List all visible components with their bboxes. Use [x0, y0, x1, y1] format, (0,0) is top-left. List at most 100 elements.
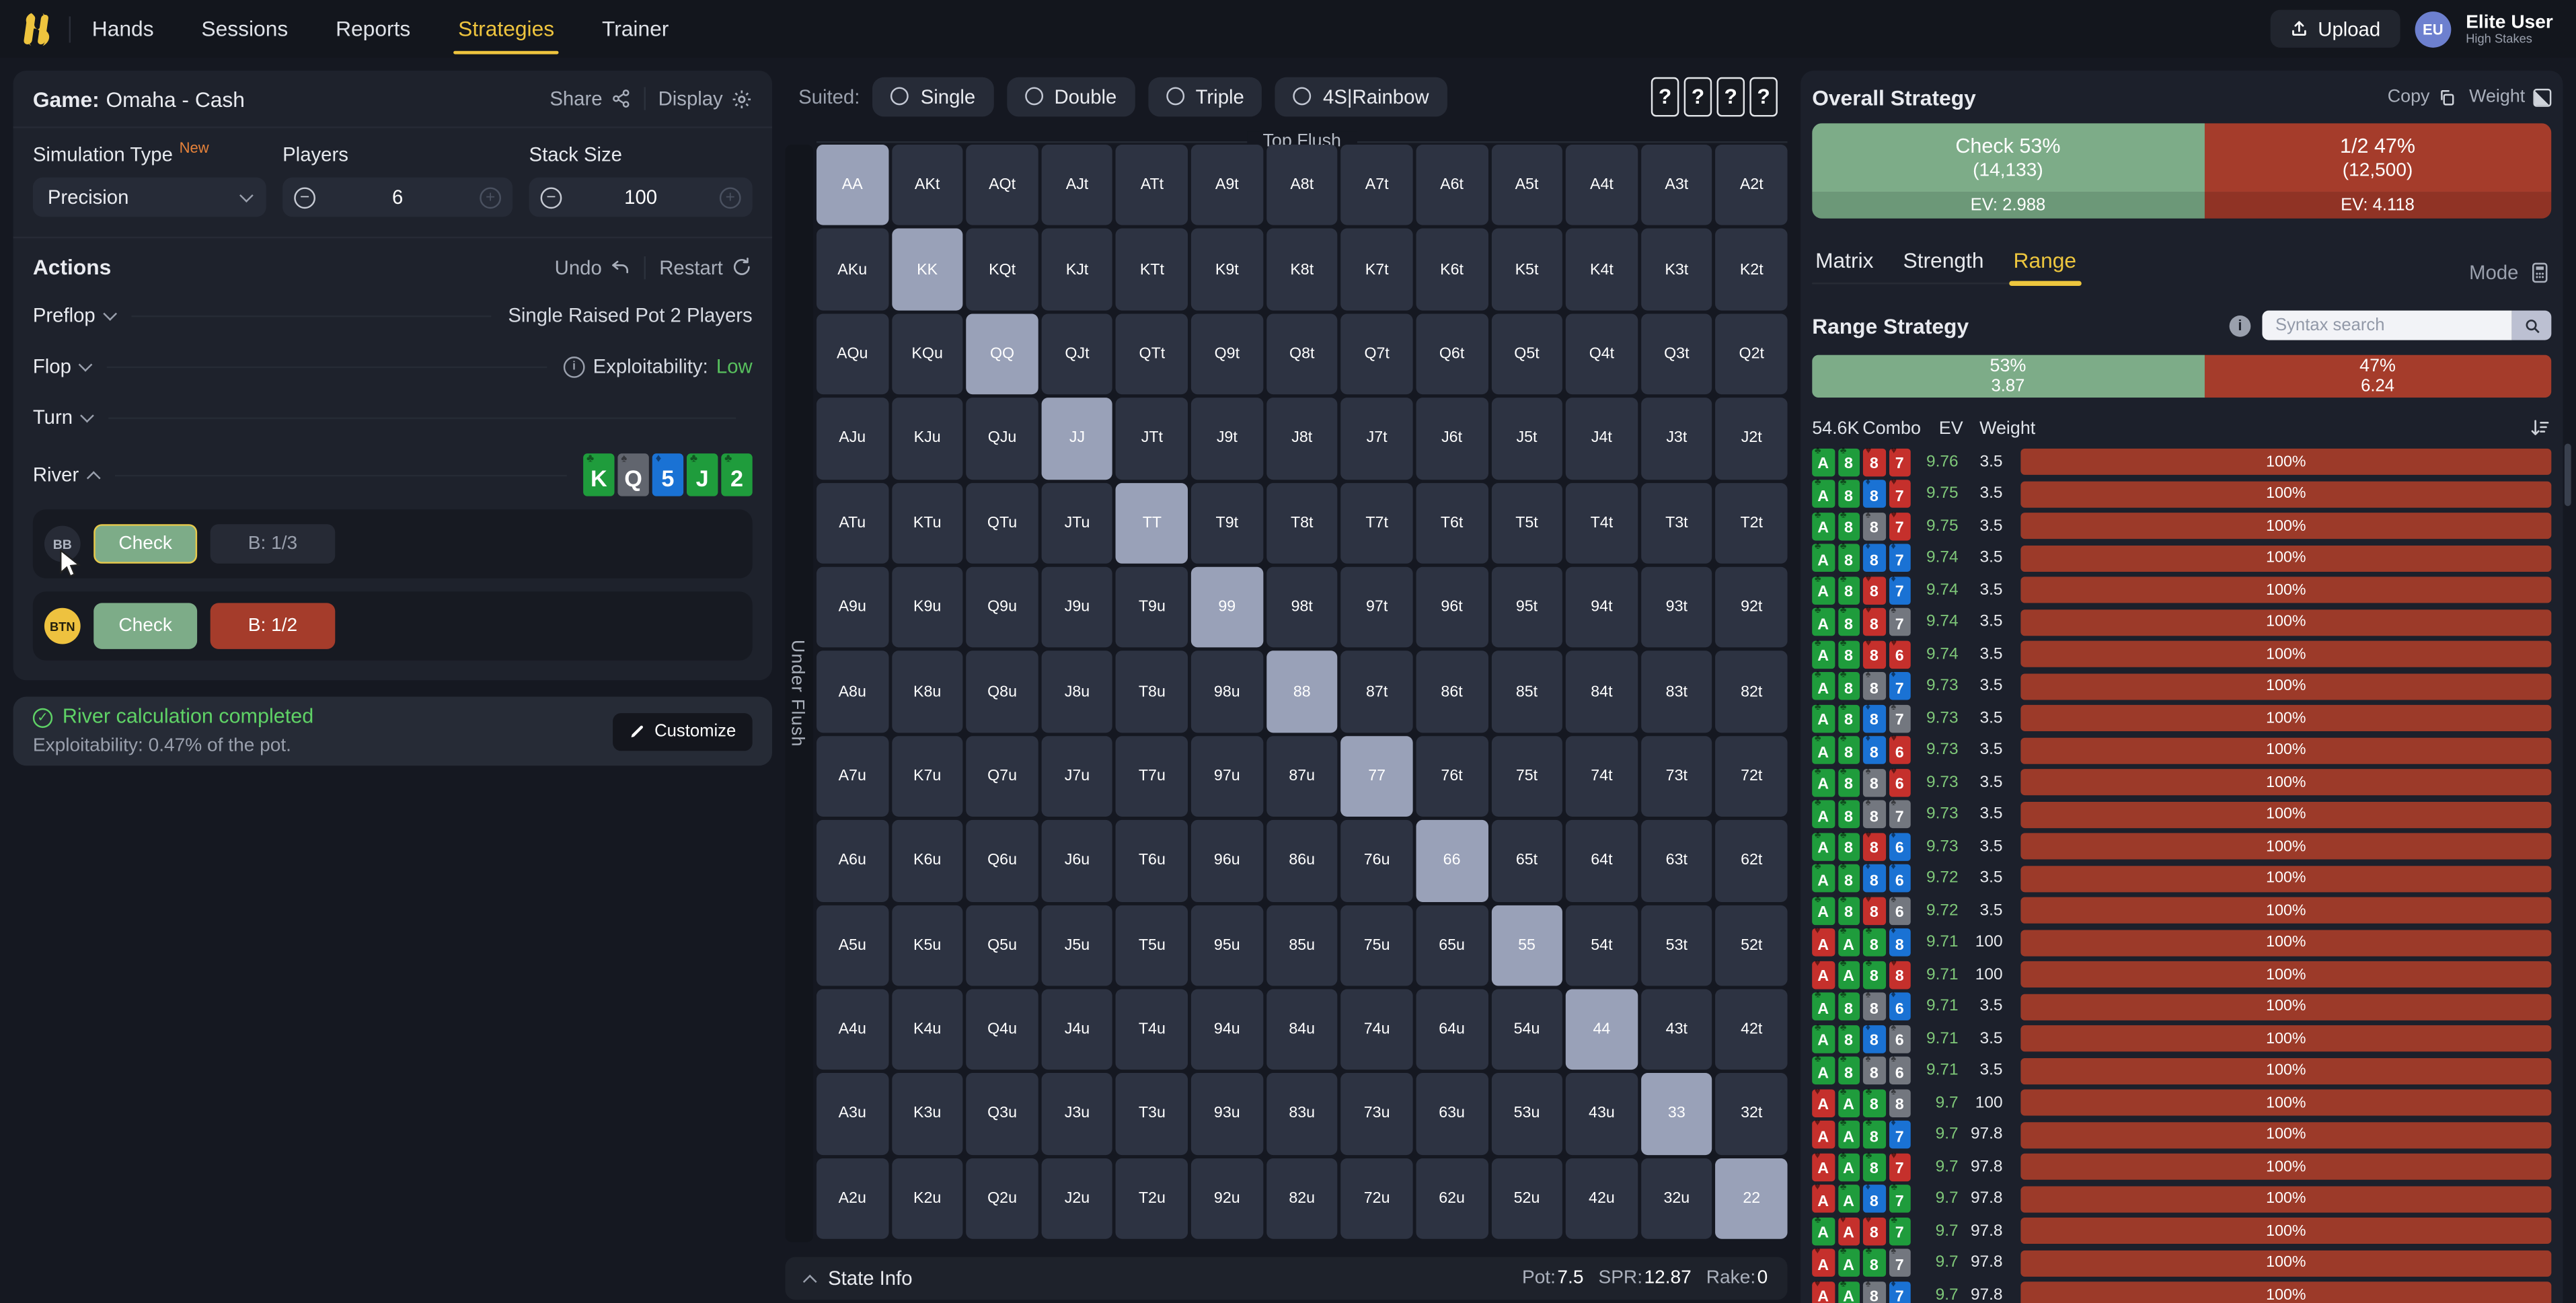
upload-button[interactable]: Upload: [2270, 10, 2400, 48]
grid-cell-K4u[interactable]: K4u: [891, 989, 963, 1070]
overall-segment-red[interactable]: 1/2 47%(12,500)EV: 4.118: [2204, 123, 2552, 219]
grid-cell-KJu[interactable]: KJu: [891, 398, 963, 480]
overall-segment-green[interactable]: Check 53%(14,133)EV: 2.988: [1812, 123, 2204, 219]
grid-cell-96t[interactable]: 96t: [1416, 567, 1488, 648]
grid-cell-T8t[interactable]: T8t: [1266, 482, 1338, 564]
grid-cell-K8u[interactable]: K8u: [891, 651, 963, 733]
combo-row[interactable]: ♣A♣8♦8♠69.713.5100%: [1812, 1025, 2551, 1051]
combo-row[interactable]: ♣A♣8♠8♠69.713.5100%: [1812, 1057, 2551, 1084]
sort-icon[interactable]: [2528, 417, 2551, 439]
grid-cell-Q7u[interactable]: Q7u: [967, 736, 1038, 817]
grid-cell-72t[interactable]: 72t: [1716, 736, 1788, 817]
grid-cell-98u[interactable]: 98u: [1191, 651, 1263, 733]
grid-cell-K3t[interactable]: K3t: [1641, 229, 1713, 310]
bet-button-btn[interactable]: B: 1/2: [211, 603, 336, 648]
grid-cell-T2u[interactable]: T2u: [1116, 1158, 1188, 1239]
grid-cell-52u[interactable]: 52u: [1491, 1158, 1563, 1239]
grid-cell-86t[interactable]: 86t: [1416, 651, 1488, 733]
grid-cell-AJu[interactable]: AJu: [817, 398, 888, 480]
syntax-search-input[interactable]: [2262, 311, 2511, 340]
range-segment-green[interactable]: 53%3.87: [1812, 355, 2204, 398]
nav-item-reports[interactable]: Reports: [334, 0, 412, 57]
combo-row[interactable]: ♥A♣A♣8♦89.71100100%: [1812, 929, 2551, 955]
suited-option-double[interactable]: Double: [1007, 77, 1135, 116]
grid-cell-A4t[interactable]: A4t: [1566, 145, 1638, 226]
combo-row[interactable]: ♥A♣A♣8♠79.797.8100%: [1812, 1250, 2551, 1276]
grid-cell-42t[interactable]: 42t: [1716, 989, 1788, 1070]
grid-cell-K8t[interactable]: K8t: [1266, 229, 1338, 310]
board-card-K-club[interactable]: ♣K: [583, 453, 614, 496]
grid-cell-J3t[interactable]: J3t: [1641, 398, 1713, 480]
combo-row[interactable]: ♣A♣8♦8♥79.753.5100%: [1812, 480, 2551, 507]
grid-cell-TT[interactable]: TT: [1116, 482, 1188, 564]
grid-cell-J4u[interactable]: J4u: [1041, 989, 1113, 1070]
unknown-card[interactable]: ?: [1651, 77, 1679, 116]
grid-cell-JJ[interactable]: JJ: [1041, 398, 1113, 480]
grid-cell-T3u[interactable]: T3u: [1116, 1074, 1188, 1155]
grid-cell-96u[interactable]: 96u: [1191, 820, 1263, 901]
grid-cell-AQt[interactable]: AQt: [967, 145, 1038, 226]
grid-cell-43u[interactable]: 43u: [1566, 1074, 1638, 1155]
combo-row[interactable]: ♣A♣8♥8♥69.743.5100%: [1812, 641, 2551, 667]
grid-cell-83u[interactable]: 83u: [1266, 1074, 1338, 1155]
grid-cell-Q6u[interactable]: Q6u: [967, 820, 1038, 901]
combo-row[interactable]: ♣A♣8♦8♠79.733.5100%: [1812, 705, 2551, 731]
grid-cell-KTu[interactable]: KTu: [891, 482, 963, 564]
share-button[interactable]: Share: [550, 87, 630, 110]
grid-cell-K2u[interactable]: K2u: [891, 1158, 963, 1239]
grid-cell-Q6t[interactable]: Q6t: [1416, 313, 1488, 395]
board-card-5-diamond[interactable]: ♦5: [652, 453, 683, 496]
grid-cell-92u[interactable]: 92u: [1191, 1158, 1263, 1239]
grid-cell-J9u[interactable]: J9u: [1041, 567, 1113, 648]
grid-cell-T4u[interactable]: T4u: [1116, 989, 1188, 1070]
grid-cell-95t[interactable]: 95t: [1491, 567, 1563, 648]
grid-cell-J8t[interactable]: J8t: [1266, 398, 1338, 480]
grid-cell-T8u[interactable]: T8u: [1116, 651, 1188, 733]
grid-cell-J9t[interactable]: J9t: [1191, 398, 1263, 480]
grid-cell-T7t[interactable]: T7t: [1341, 482, 1413, 564]
grid-cell-32t[interactable]: 32t: [1716, 1074, 1788, 1155]
grid-cell-K6t[interactable]: K6t: [1416, 229, 1488, 310]
combo-row[interactable]: ♣A♣8♠8♥79.753.5100%: [1812, 513, 2551, 539]
combo-row[interactable]: ♣A♣8♦8♦69.723.5100%: [1812, 865, 2551, 891]
grid-cell-86u[interactable]: 86u: [1266, 820, 1338, 901]
grid-cell-93u[interactable]: 93u: [1191, 1074, 1263, 1155]
players-stepper[interactable]: − 6 +: [282, 178, 513, 217]
combo-row[interactable]: ♣A♣8♠8♦79.733.5100%: [1812, 673, 2551, 699]
grid-cell-75u[interactable]: 75u: [1341, 905, 1413, 986]
simulation-type-select[interactable]: Precision: [33, 178, 266, 217]
board-card-Q-spade[interactable]: ♠Q: [617, 453, 648, 496]
grid-cell-AKt[interactable]: AKt: [891, 145, 963, 226]
bet-button-bb[interactable]: B: 1/3: [211, 524, 336, 564]
unknown-card[interactable]: ?: [1684, 77, 1712, 116]
combo-row[interactable]: ♣A♣8♦8♥69.733.5100%: [1812, 737, 2551, 764]
combo-row[interactable]: ♣A♥A♥8♣79.797.8100%: [1812, 1218, 2551, 1244]
grid-cell-76u[interactable]: 76u: [1341, 820, 1413, 901]
grid-cell-87t[interactable]: 87t: [1341, 651, 1413, 733]
grid-cell-J7u[interactable]: J7u: [1041, 736, 1113, 817]
grid-cell-ATu[interactable]: ATu: [817, 482, 888, 564]
grid-cell-63u[interactable]: 63u: [1416, 1074, 1488, 1155]
grid-cell-Q7t[interactable]: Q7t: [1341, 313, 1413, 395]
undo-button[interactable]: Undo: [555, 256, 632, 278]
grid-cell-KK[interactable]: KK: [891, 229, 963, 310]
avatar[interactable]: EU: [2415, 11, 2451, 47]
grid-cell-98t[interactable]: 98t: [1266, 567, 1338, 648]
grid-cell-53u[interactable]: 53u: [1491, 1074, 1563, 1155]
grid-cell-84t[interactable]: 84t: [1566, 651, 1638, 733]
minus-icon[interactable]: −: [541, 186, 562, 208]
grid-cell-J4t[interactable]: J4t: [1566, 398, 1638, 480]
plus-icon[interactable]: +: [480, 186, 501, 208]
grid-cell-A6t[interactable]: A6t: [1416, 145, 1488, 226]
grid-cell-65t[interactable]: 65t: [1491, 820, 1563, 901]
grid-cell-QQ[interactable]: QQ: [967, 313, 1038, 395]
info-icon[interactable]: i: [2230, 315, 2251, 336]
grid-cell-66[interactable]: 66: [1416, 820, 1488, 901]
grid-cell-84u[interactable]: 84u: [1266, 989, 1338, 1070]
grid-cell-K9t[interactable]: K9t: [1191, 229, 1263, 310]
grid-cell-K9u[interactable]: K9u: [891, 567, 963, 648]
restart-button[interactable]: Restart: [659, 256, 752, 278]
street-toggle-river[interactable]: River: [33, 463, 99, 486]
grid-cell-94t[interactable]: 94t: [1566, 567, 1638, 648]
grid-cell-74t[interactable]: 74t: [1566, 736, 1638, 817]
